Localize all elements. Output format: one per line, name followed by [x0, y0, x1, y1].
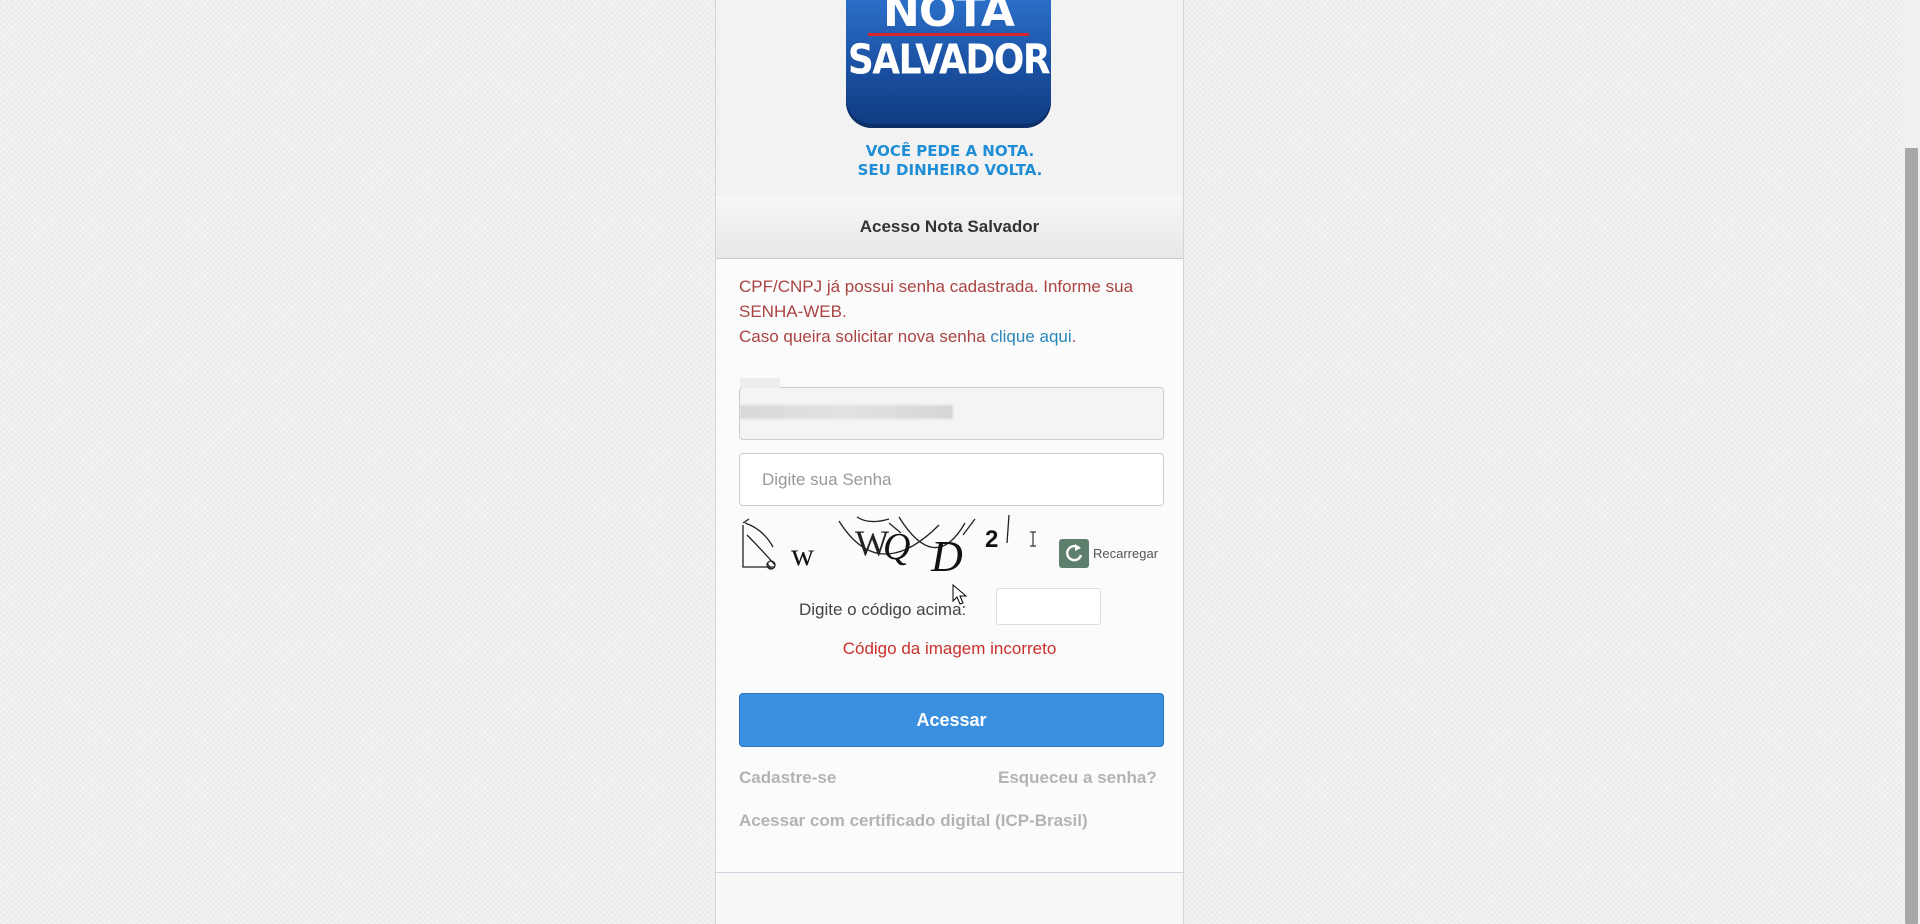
captcha-char-Q: Q	[883, 526, 910, 568]
nota-salvador-logo: NOTA SALVADOR	[846, 0, 1051, 128]
forgot-password-link[interactable]: Esqueceu a senha?	[998, 768, 1157, 788]
tagline-line1: VOCÊ PEDE A NOTA.	[865, 142, 1035, 160]
captcha-image: w W Q D 2	[742, 515, 1010, 577]
captcha-error-message: Código da imagem incorreto	[842, 639, 1057, 658]
text-cursor-icon	[1030, 531, 1036, 547]
access-button[interactable]: Acessar	[739, 693, 1164, 747]
request-password-link[interactable]: clique aqui	[990, 327, 1071, 346]
tagline-line2: SEU DINHEIRO VOLTA.	[857, 161, 1043, 179]
logo-tagline: VOCÊ PEDE A NOTA. SEU DINHEIRO VOLTA.	[811, 142, 1089, 180]
alert-line1: CPF/CNPJ já possui senha cadastrada. Inf…	[739, 277, 1134, 321]
captcha-code-label: Digite o código acima:	[799, 600, 967, 619]
alert-message: CPF/CNPJ já possui senha cadastrada. Inf…	[739, 274, 1164, 349]
register-link[interactable]: Cadastre-se	[739, 768, 836, 788]
redacted-label	[740, 378, 780, 388]
captcha-char-D: D	[930, 532, 963, 577]
alert-line2-suffix: .	[1071, 327, 1077, 346]
password-input[interactable]	[739, 453, 1164, 506]
captcha-char-w: w	[791, 536, 814, 572]
logo-line1: NOTA	[883, 0, 1015, 37]
logo-line2: SALVADOR	[847, 36, 1051, 85]
vertical-scrollbar[interactable]	[1903, 0, 1920, 924]
digital-certificate-link[interactable]: Acessar com certificado digital (ICP-Bra…	[739, 811, 1088, 831]
logo-divider	[868, 33, 1029, 36]
redacted-value	[740, 405, 953, 419]
login-panel: NOTA SALVADOR VOCÊ PEDE A NOTA. SEU DINH…	[715, 0, 1184, 924]
footer-divider	[716, 872, 1183, 873]
reload-captcha-button[interactable]: Recarregar	[1059, 539, 1159, 569]
cpf-field-redacted[interactable]	[739, 378, 1164, 440]
logo-area: NOTA SALVADOR VOCÊ PEDE A NOTA. SEU DINH…	[716, 0, 1183, 196]
alert-line2-prefix: Caso queira solicitar nova senha	[739, 327, 991, 346]
captcha-char-2: 2	[985, 526, 998, 553]
reload-label: Recarregar	[1093, 546, 1159, 561]
captcha-code-input[interactable]	[996, 588, 1101, 625]
mouse-pointer-icon	[952, 584, 968, 605]
refresh-icon	[1059, 539, 1089, 568]
panel-title: Acesso Nota Salvador	[716, 196, 1183, 259]
scrollbar-thumb[interactable]	[1905, 148, 1918, 924]
